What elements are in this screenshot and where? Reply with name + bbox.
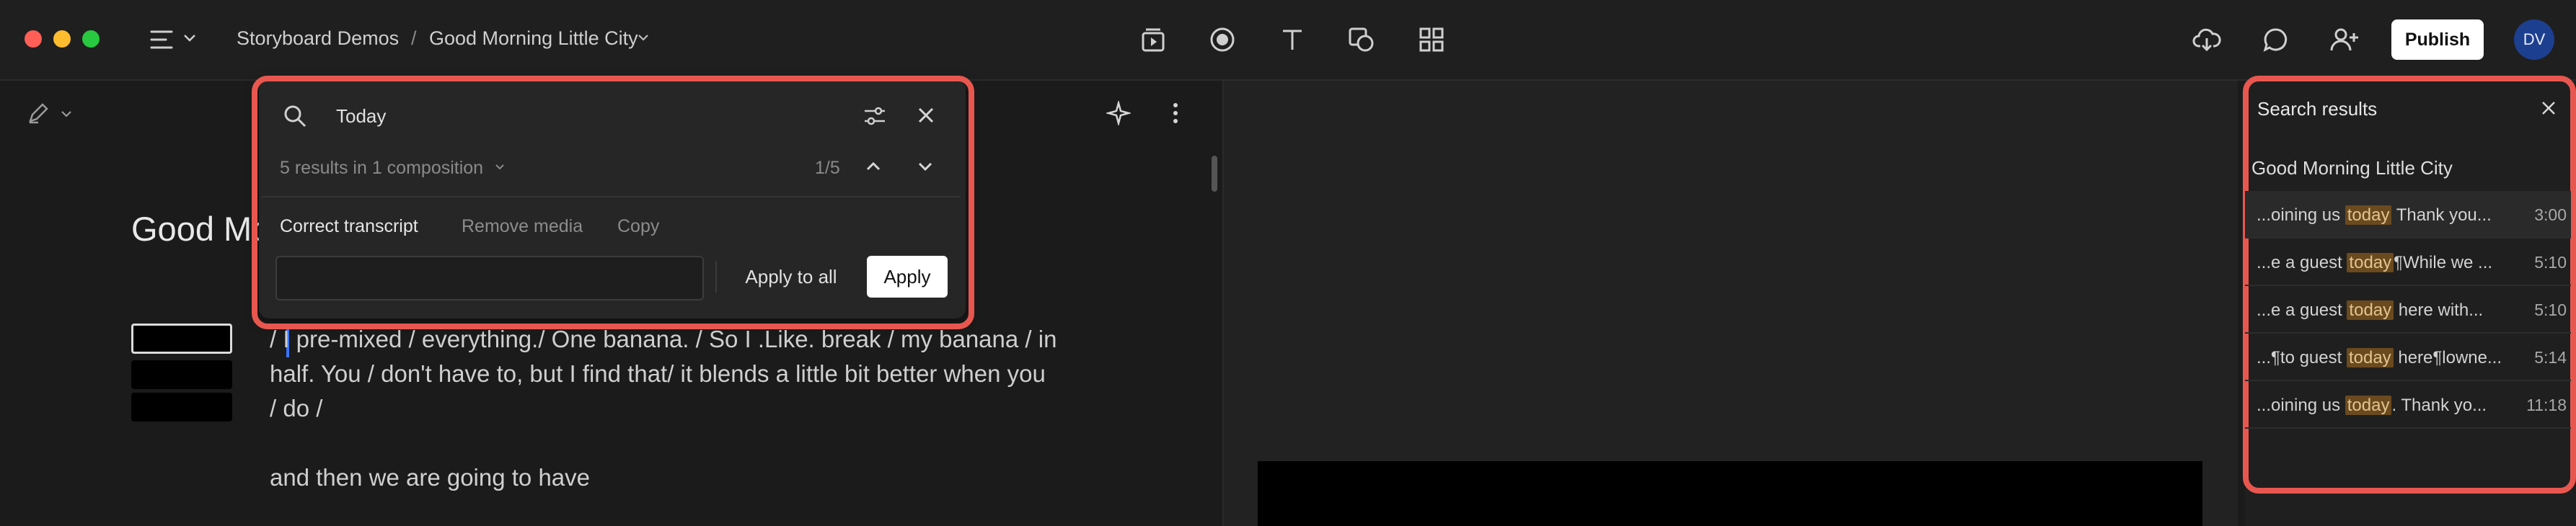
previous-result-icon[interactable]: [864, 157, 883, 176]
result-snippet: ...e a guest today ¶While we ...: [2257, 253, 2493, 272]
tab-remove-media[interactable]: Remove media: [462, 216, 583, 237]
top-bar: Storyboard Demos / Good Morning Little C…: [0, 0, 2576, 81]
search-result-item[interactable]: ...¶to guest today here¶lowne... 5:14: [2245, 334, 2571, 381]
media-thumbnail[interactable]: [131, 324, 232, 354]
replace-input[interactable]: [275, 256, 704, 300]
result-match: today: [2345, 396, 2392, 415]
search-result-item[interactable]: ...oining us today. Thank yo... 11:18: [2245, 381, 2571, 429]
result-timestamp: 5:10: [2534, 253, 2567, 272]
transcript-line[interactable]: / do /: [270, 395, 322, 422]
search-result-item[interactable]: ...e a guest today ¶While we ... 5:10: [2245, 239, 2571, 286]
transcript-line[interactable]: / I pre-mixed / everything./ One banana.…: [270, 326, 1057, 353]
result-timestamp: 5:14: [2534, 348, 2567, 367]
result-group-title[interactable]: Good Morning Little City: [2251, 157, 2453, 179]
result-snippet: ...oining us today Thank you...: [2257, 205, 2492, 225]
publish-button[interactable]: Publish: [2391, 19, 2484, 60]
result-timestamp: 3:00: [2534, 205, 2567, 224]
pencil-icon[interactable]: [26, 101, 50, 125]
close-window-button[interactable]: [25, 30, 42, 48]
result-match: today: [2345, 205, 2392, 225]
video-preview[interactable]: [1258, 461, 2202, 526]
maximize-window-button[interactable]: [82, 30, 100, 48]
add-user-icon[interactable]: [2329, 26, 2360, 53]
scene-icon[interactable]: [1139, 26, 1167, 53]
shapes-icon[interactable]: [1347, 26, 1376, 53]
result-snippet: ...e a guest today here with...: [2257, 300, 2484, 320]
breadcrumb-project[interactable]: Storyboard Demos: [237, 27, 399, 50]
close-results-icon[interactable]: [2540, 99, 2557, 117]
media-thumbnail[interactable]: [131, 393, 232, 422]
transcript-line[interactable]: half. You / don't have to, but I find th…: [270, 360, 1046, 388]
search-result-item[interactable]: ...e a guest today here with... 5:10: [2245, 286, 2571, 334]
result-match: today: [2347, 253, 2394, 272]
avatar[interactable]: DV: [2514, 19, 2554, 60]
search-icon: [283, 104, 307, 128]
button-divider: [715, 261, 717, 293]
result-snippet: ...¶to guest today here¶lowne...: [2257, 348, 2502, 367]
summary-chevron-icon[interactable]: [495, 164, 505, 171]
tab-correct-transcript[interactable]: Correct transcript: [280, 216, 418, 237]
transcript-line[interactable]: and then we are going to have: [270, 464, 590, 491]
result-match: today: [2347, 300, 2394, 320]
comment-icon[interactable]: [2262, 26, 2289, 53]
media-thumbnail[interactable]: [131, 360, 232, 389]
search-input[interactable]: Today: [336, 105, 386, 128]
search-result-item[interactable]: ...oining us today Thank you... 3:00: [2245, 191, 2571, 239]
filter-settings-icon[interactable]: [863, 104, 887, 128]
result-match: today: [2346, 348, 2394, 367]
result-timestamp: 11:18: [2526, 396, 2567, 414]
minimize-window-button[interactable]: [53, 30, 71, 48]
document-title[interactable]: Good Mo: [131, 209, 270, 249]
text-icon[interactable]: [1279, 26, 1305, 53]
sparkle-icon[interactable]: [1106, 101, 1131, 125]
menu-icon[interactable]: [149, 27, 175, 52]
next-result-icon[interactable]: [916, 157, 935, 176]
preview-pane: [1224, 81, 2238, 526]
panel-divider: [261, 196, 961, 197]
apply-button[interactable]: Apply: [867, 256, 948, 298]
edit-mode-chevron-icon[interactable]: [61, 110, 72, 118]
chevron-down-icon[interactable]: [183, 33, 196, 43]
breadcrumb-separator: /: [411, 27, 417, 49]
result-timestamp: 5:10: [2534, 300, 2567, 319]
tab-copy[interactable]: Copy: [617, 216, 659, 237]
results-counter: 1/5: [815, 158, 840, 178]
search-results-title: Search results: [2257, 98, 2378, 120]
results-summary[interactable]: 5 results in 1 composition: [280, 158, 483, 179]
apply-to-all-button[interactable]: Apply to all: [730, 256, 852, 298]
close-icon[interactable]: [916, 105, 936, 125]
breadcrumb-composition[interactable]: Good Morning Little City: [429, 27, 638, 50]
record-icon[interactable]: [1209, 26, 1236, 53]
editor-scrollbar[interactable]: [1212, 156, 1217, 192]
download-icon[interactable]: [2192, 26, 2221, 53]
more-options-icon[interactable]: [1168, 101, 1183, 125]
grid-icon[interactable]: [1418, 26, 1445, 53]
result-snippet: ...oining us today. Thank yo...: [2257, 396, 2487, 415]
composition-chevron-icon[interactable]: [638, 33, 649, 42]
